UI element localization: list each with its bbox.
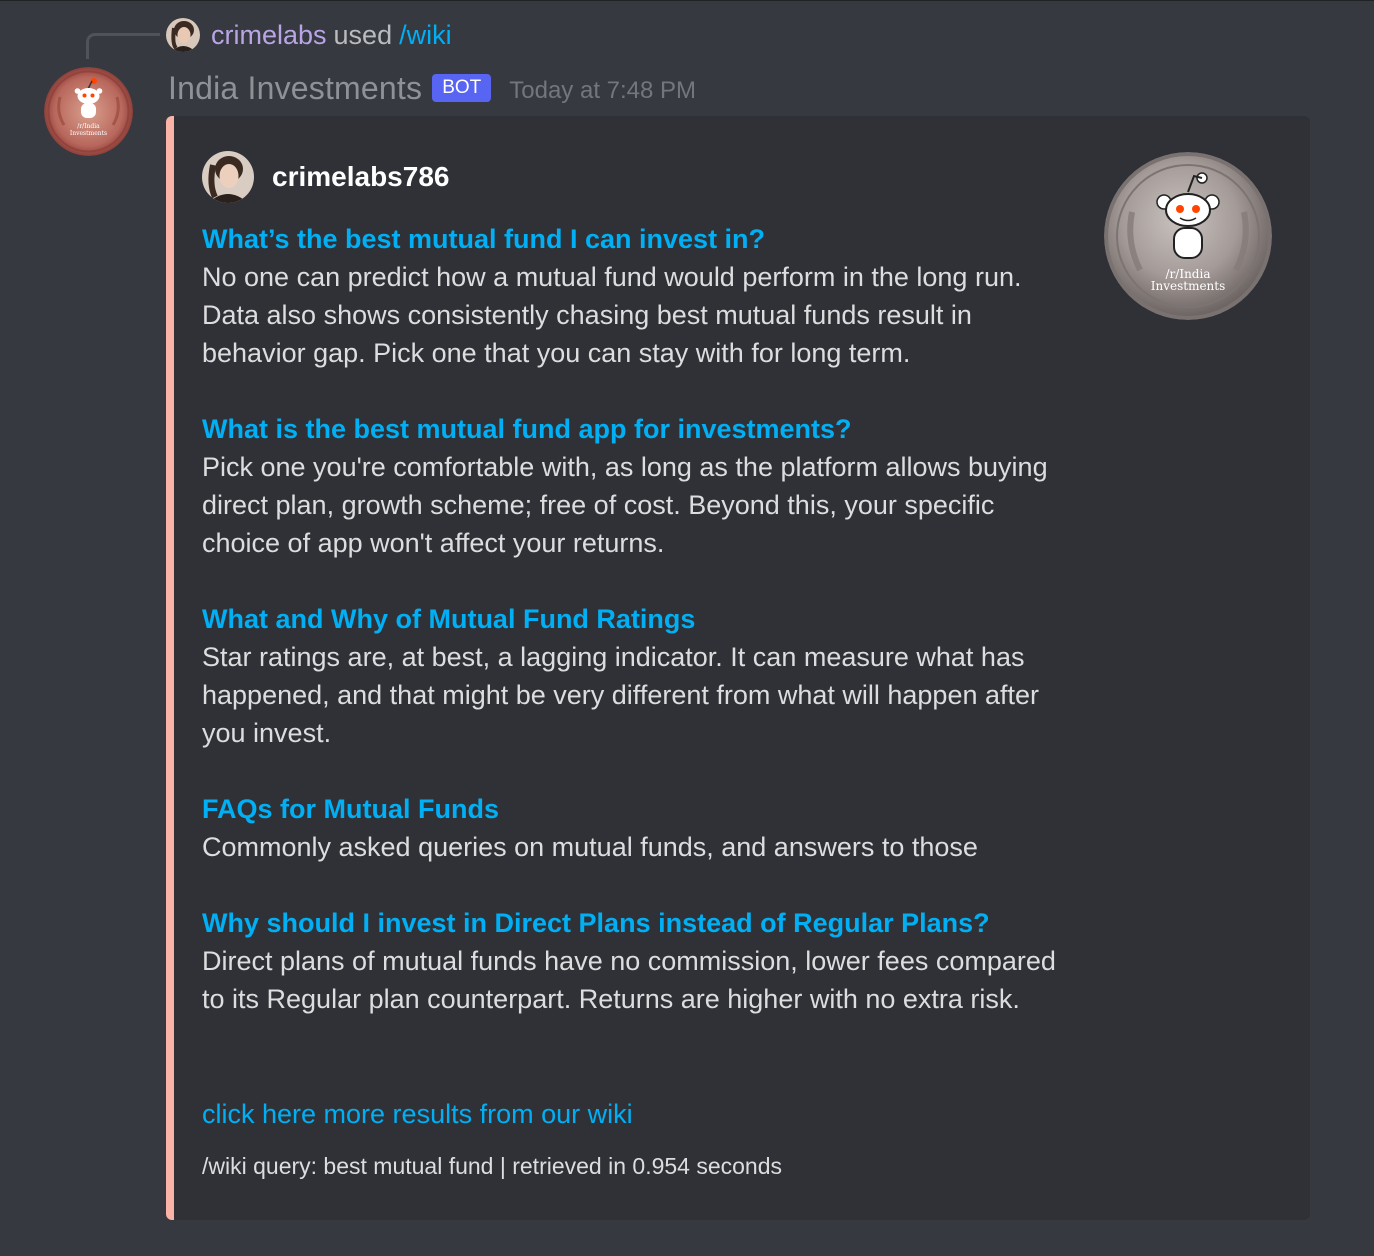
- chat-message-area: crimelabs used /wiki /r/India Investment…: [0, 0, 1374, 1256]
- command-used-label: used: [333, 19, 393, 50]
- command-user-name[interactable]: crimelabs: [211, 20, 327, 51]
- thumbnail-text-line-2: Investments: [1151, 279, 1226, 293]
- faq-description: Star ratings are, at best, a lagging ind…: [202, 642, 1040, 748]
- message-header: India Investments BOT Today at 7:48 PM: [168, 66, 696, 110]
- wiki-embed: crimelabs786 /r/India Investments What’s…: [166, 116, 1310, 1220]
- bot-username[interactable]: India Investments: [168, 70, 422, 107]
- faq-item: What is the best mutual fund app for inv…: [202, 410, 1062, 562]
- faq-description: Direct plans of mutual funds have no com…: [202, 946, 1056, 1014]
- embed-author: crimelabs786: [202, 150, 449, 204]
- svg-text:/r/India: /r/India: [77, 123, 100, 130]
- faq-title-link[interactable]: What and Why of Mutual Fund Ratings: [202, 600, 1062, 638]
- faq-description: Pick one you're comfortable with, as lon…: [202, 452, 1048, 558]
- faq-description: Commonly asked queries on mutual funds, …: [202, 832, 978, 862]
- more-results-link[interactable]: click here more results from our wiki: [202, 1094, 633, 1134]
- message-timestamp[interactable]: Today at 7:48 PM: [509, 71, 696, 105]
- embed-footer: /wiki query: best mutual fund | retrieve…: [202, 1153, 783, 1179]
- bot-badge: BOT: [432, 74, 492, 102]
- faq-title-link[interactable]: What’s the best mutual fund I can invest…: [202, 220, 1062, 258]
- svg-text:Investments: Investments: [70, 130, 107, 137]
- command-name[interactable]: /wiki: [399, 20, 452, 51]
- faq-title-link[interactable]: FAQs for Mutual Funds: [202, 790, 1062, 828]
- embed-thumbnail-coin[interactable]: /r/India Investments: [1104, 152, 1272, 320]
- faq-item: What’s the best mutual fund I can invest…: [202, 220, 1062, 372]
- top-border: [0, 0, 1374, 1]
- faq-item: What and Why of Mutual Fund Ratings Star…: [202, 600, 1062, 752]
- embed-author-name: crimelabs786: [272, 161, 450, 192]
- embed-accent-bar: [166, 116, 174, 1220]
- faq-item: Why should I invest in Direct Plans inst…: [202, 904, 1062, 1018]
- author-avatar: [202, 151, 254, 203]
- faq-description: No one can predict how a mutual fund wou…: [202, 262, 1022, 368]
- faq-title-link[interactable]: What is the best mutual fund app for inv…: [202, 410, 1062, 448]
- reply-connector: [86, 33, 160, 59]
- command-reply-context[interactable]: crimelabs used /wiki: [166, 16, 452, 54]
- faq-item: FAQs for Mutual Funds Commonly asked que…: [202, 790, 1062, 866]
- user-avatar-small[interactable]: [166, 18, 200, 52]
- faq-title-link[interactable]: Why should I invest in Direct Plans inst…: [202, 904, 1062, 942]
- bot-avatar[interactable]: /r/India Investments: [44, 67, 133, 156]
